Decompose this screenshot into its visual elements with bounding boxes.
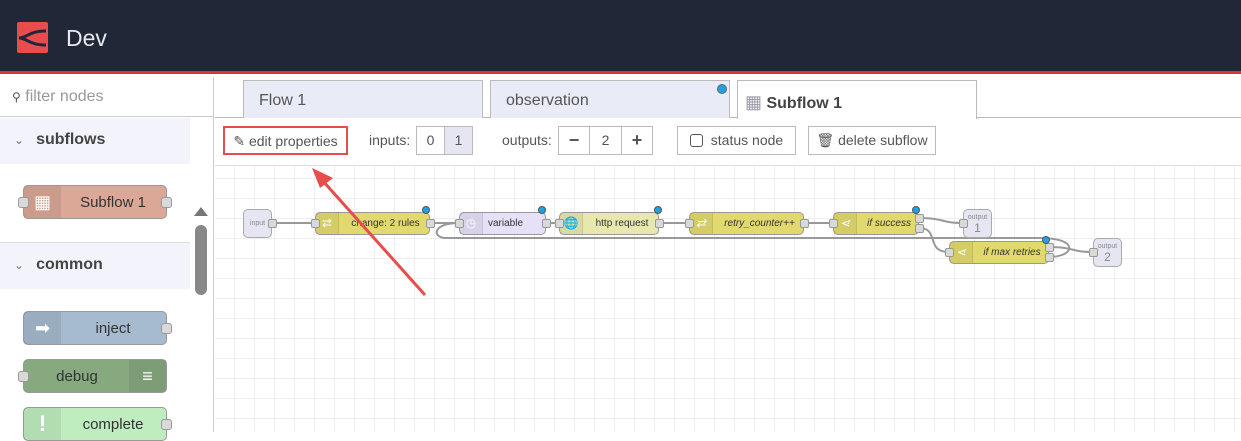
- annotation-arrow: [312, 168, 427, 297]
